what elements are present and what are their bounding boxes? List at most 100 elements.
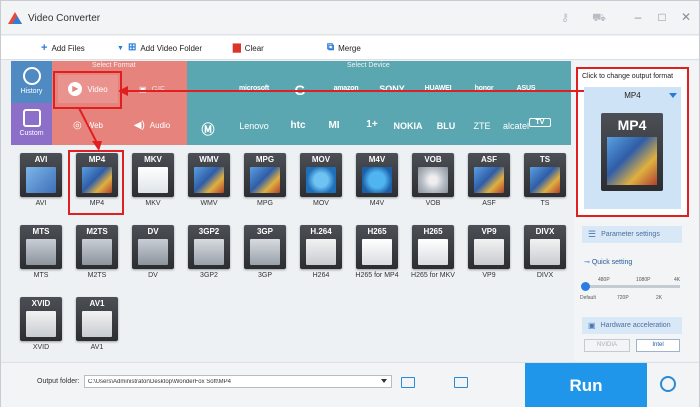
tick-480p: 480P	[598, 277, 610, 283]
bottom-bar: Output folder: Run	[1, 362, 699, 407]
format-label: VP9	[482, 272, 496, 279]
quality-slider-knob[interactable]	[581, 282, 590, 291]
custom-tab[interactable]: Custom	[11, 103, 52, 145]
format-item-h264[interactable]: H.264 H264	[293, 225, 349, 285]
format-icon: M4V	[356, 153, 398, 197]
cart-icon[interactable]: ⛟	[592, 11, 606, 25]
mp4-format-tag: MP4	[617, 117, 647, 133]
output-format-selector[interactable]: MP4 MP4	[584, 87, 681, 209]
format-item-xvid[interactable]: XVID XVID	[13, 297, 69, 357]
dropdown-arrow-icon[interactable]: ▼	[117, 45, 124, 52]
format-label: 3GP	[257, 272, 272, 279]
audio-tab[interactable]: ◀) Audio	[122, 111, 182, 139]
format-art	[82, 311, 112, 337]
format-item-vob[interactable]: VOB VOB	[405, 153, 461, 213]
format-label: DV	[148, 272, 158, 279]
plus-icon: +	[41, 42, 48, 54]
format-label: MOV	[313, 200, 329, 207]
format-item-vp9[interactable]: VP9 VP9	[461, 225, 517, 285]
clear-button[interactable]: ▆ Clear	[233, 41, 264, 55]
format-art	[26, 311, 56, 337]
key-icon[interactable]: ⚷	[558, 11, 572, 25]
format-item-mpg[interactable]: MPG MPG	[237, 153, 293, 213]
format-tag: XVID	[31, 299, 51, 308]
format-icon: AVI	[20, 153, 62, 197]
intel-option[interactable]: Intel	[636, 338, 680, 352]
format-icon: ASF	[468, 153, 510, 197]
device-lenovo[interactable]: Lenovo	[231, 121, 277, 131]
format-label: VOB	[425, 200, 441, 207]
format-label: M2TS	[87, 272, 107, 279]
format-icon: VP9	[468, 225, 510, 269]
format-icon: MOV	[300, 153, 342, 197]
merge-button[interactable]: ⧉ Merge	[327, 41, 361, 55]
format-label: WMV	[200, 200, 218, 207]
format-item-3gp2[interactable]: 3GP2 3GP2	[181, 225, 237, 285]
format-art	[194, 167, 224, 193]
format-art	[362, 239, 392, 265]
format-item-av1[interactable]: AV1 AV1	[69, 297, 125, 357]
intel-badge: Intel	[636, 338, 680, 352]
output-format-box[interactable]: Click to change output format MP4 MP4	[576, 67, 689, 217]
gif-tab[interactable]: ▣ GIF	[122, 75, 182, 103]
minimize-icon[interactable]: –	[629, 9, 647, 25]
format-art	[418, 239, 448, 265]
hardware-acceleration-button[interactable]: ▣ Hardware acceleration	[582, 317, 682, 334]
format-item-h265-for-mp4[interactable]: H265 H265 for MP4	[349, 225, 405, 285]
output-folder-dropdown-icon[interactable]	[381, 379, 387, 383]
format-label: 3GP2	[200, 272, 218, 279]
run-button[interactable]: Run	[525, 363, 647, 407]
format-item-mov[interactable]: MOV MOV	[293, 153, 349, 213]
format-item-h265-for-mkv[interactable]: H265 H265 for MKV	[405, 225, 461, 285]
format-item-m2ts[interactable]: M2TS M2TS	[69, 225, 125, 285]
format-label: DIVX	[536, 272, 554, 279]
format-icon: 3GP2	[188, 225, 230, 269]
format-item-asf[interactable]: ASF ASF	[461, 153, 517, 213]
format-tag: H.264	[310, 227, 332, 236]
format-item-mkv[interactable]: MKV MKV	[125, 153, 181, 213]
format-tag: TS	[539, 155, 551, 164]
format-item-3gp[interactable]: 3GP 3GP	[237, 225, 293, 285]
open-folder-icon[interactable]	[401, 377, 415, 388]
output-folder-input[interactable]	[84, 375, 392, 388]
toolbar: + Add Files ▼ ⊞ Add Video Folder ▆ Clear…	[1, 36, 699, 60]
maximize-icon[interactable]: □	[653, 9, 671, 25]
format-item-mts[interactable]: MTS MTS	[13, 225, 69, 285]
format-label: H265 for MKV	[411, 272, 455, 279]
trash-icon: ▆	[233, 42, 241, 53]
device-tv[interactable]: TV	[529, 118, 551, 127]
history-tab[interactable]: History	[11, 61, 52, 103]
format-item-divx[interactable]: DIVX DIVX	[517, 225, 573, 285]
format-label: ASF	[482, 200, 496, 207]
format-item-m4v[interactable]: M4V M4V	[349, 153, 405, 213]
format-art	[138, 239, 168, 265]
format-item-avi[interactable]: AVI AVI	[13, 153, 69, 213]
format-item-dv[interactable]: DV DV	[125, 225, 181, 285]
format-tag: VOB	[424, 155, 442, 164]
select-device-label: Select Device	[347, 62, 390, 69]
browse-folder-icon[interactable]	[454, 377, 468, 388]
format-icon: XVID	[20, 297, 62, 341]
format-item-wmv[interactable]: WMV WMV	[181, 153, 237, 213]
format-icon: VOB	[412, 153, 454, 197]
parameter-settings-button[interactable]: ☰ Parameter settings	[582, 226, 682, 243]
dropdown-caret-icon[interactable]	[669, 93, 677, 98]
close-icon[interactable]: ✕	[677, 9, 695, 25]
history-label: History	[20, 88, 43, 95]
quality-slider[interactable]	[581, 282, 680, 291]
format-art	[474, 167, 504, 193]
format-tag: H265	[423, 227, 443, 236]
add-files-button[interactable]: + Add Files	[41, 41, 85, 55]
format-art	[26, 239, 56, 265]
format-item-ts[interactable]: TS TS	[517, 153, 573, 213]
motorola-icon[interactable]: Ⓜ	[185, 119, 231, 138]
device-sony[interactable]: SONY	[369, 84, 415, 94]
format-tag: M2TS	[86, 227, 108, 236]
alarm-clock-icon[interactable]	[660, 376, 676, 392]
nvidia-option[interactable]: NVIDIA	[584, 338, 630, 352]
format-icon: MTS	[20, 225, 62, 269]
format-tag: MKV	[144, 155, 162, 164]
format-icon: MPG	[244, 153, 286, 197]
merge-icon: ⧉	[327, 42, 335, 53]
add-video-folder-button[interactable]: ▼ ⊞ Add Video Folder	[117, 41, 202, 55]
